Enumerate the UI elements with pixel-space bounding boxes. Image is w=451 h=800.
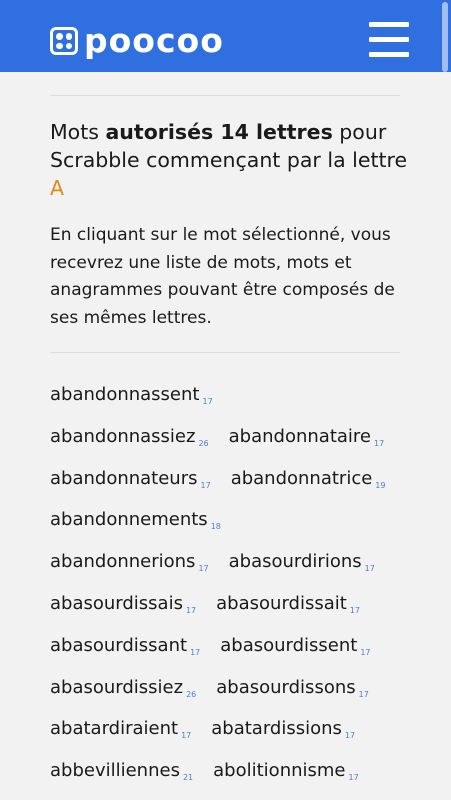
word-link[interactable]: abatardissions 17 <box>211 715 355 750</box>
word-text: abandonnassent <box>50 384 200 405</box>
word-text: abandonnements <box>50 509 208 531</box>
word-score: 17 <box>198 564 209 574</box>
word-text: abandonnerions <box>50 551 196 573</box>
word-list: abandonnassent 17 abandonnassiez 26 abandon… <box>50 381 430 799</box>
word-text: abasourdissant <box>50 634 188 656</box>
top-divider <box>50 95 400 96</box>
word-text: abatardiraient <box>50 718 179 740</box>
word-text: abandonnataire <box>228 425 372 447</box>
word-text: abandonnateurs <box>50 467 198 489</box>
hamburger-menu-button[interactable] <box>369 22 409 58</box>
word-text: abatardissions <box>211 718 342 740</box>
word-score: 17 <box>348 773 359 783</box>
word-link[interactable]: abandonnatrice 19 <box>231 465 386 500</box>
word-score: 17 <box>360 647 371 657</box>
word-row: abasourdissant 17 abasourdissent 17 <box>50 632 430 674</box>
word-link[interactable]: abasourdissent 17 <box>220 632 370 667</box>
word-text: abolitionnisme <box>213 760 346 782</box>
word-row: abandonnements 18 <box>50 506 430 548</box>
word-text: abbevilliennes <box>50 760 180 782</box>
word-text: abandonnatrice <box>230 467 373 489</box>
word-score: 17 <box>349 605 360 615</box>
word-text: abasourdissent <box>220 634 358 656</box>
word-text: abasourdissons <box>216 676 356 698</box>
menu-bar-icon <box>369 37 409 42</box>
word-link[interactable]: abandonnerions 17 <box>50 548 209 583</box>
word-text: abasourdissiez <box>50 676 184 698</box>
word-row: abandonnassiez 26 abandonnataire 17 <box>50 423 430 465</box>
word-link[interactable]: abandonnements 18 <box>50 506 221 541</box>
word-link[interactable]: abasourdissait 17 <box>216 590 360 625</box>
word-row: abasourdissais 17 abasourdissait 17 <box>50 590 430 632</box>
menu-bar-icon <box>369 22 409 27</box>
word-text: abasourdissait <box>216 592 347 614</box>
word-score: 18 <box>210 522 221 532</box>
word-score: 17 <box>344 731 356 741</box>
logo-text: poocoo <box>84 21 224 60</box>
title-bold: autorisés 14 lettres <box>105 120 333 144</box>
word-link[interactable]: abandonnassent 17 <box>50 381 213 416</box>
word-link[interactable]: abbevilliennes 21 <box>50 757 193 792</box>
poocoo-logo[interactable]: poocoo <box>50 21 224 60</box>
word-row: abandonnateurs 17 abandonnatrice 19 <box>50 465 430 507</box>
word-link[interactable]: abandonnataire 17 <box>229 423 385 458</box>
word-text: abandonnassiez <box>50 425 196 447</box>
word-score: 17 <box>190 647 201 657</box>
scrollbar[interactable] <box>442 2 448 72</box>
content-divider <box>50 352 400 353</box>
title-part1: Mots <box>50 120 106 144</box>
word-link[interactable]: abandonnateurs 17 <box>50 465 211 500</box>
word-score: 17 <box>358 689 369 699</box>
word-score: 17 <box>181 731 192 741</box>
word-score: 19 <box>375 480 386 490</box>
title-letter: A <box>50 176 65 200</box>
word-score: 17 <box>202 397 213 406</box>
page-title: Mots autorisés 14 lettres pour Scrabble … <box>50 118 420 202</box>
word-row: abandonnerions 17 abasourdirions 17 <box>50 548 430 590</box>
intro-text: En cliquant sur le mot sélectionné, vous… <box>50 225 395 328</box>
word-score: 17 <box>185 605 197 615</box>
word-link[interactable]: abolitionnisme 17 <box>213 757 359 792</box>
word-score: 17 <box>364 564 375 574</box>
word-link[interactable]: abasourdissiez 26 <box>50 674 196 709</box>
word-score: 26 <box>186 689 197 699</box>
word-score: 17 <box>374 438 385 448</box>
word-link[interactable]: abasourdissant 17 <box>50 632 200 667</box>
word-text: abasourdissais <box>50 592 183 614</box>
word-text: abasourdirions <box>228 551 362 573</box>
word-score: 17 <box>200 480 211 490</box>
word-link[interactable]: abatardiraient 17 <box>50 715 191 750</box>
word-link[interactable]: abandonnassiez 26 <box>50 423 209 458</box>
word-row: abandonnassent 17 <box>50 381 430 423</box>
word-score: 26 <box>198 438 209 448</box>
logo-grid-icon <box>50 27 78 55</box>
word-link[interactable]: abasourdirions 17 <box>229 548 375 583</box>
word-row: abatardiraient 17 abatardissions 17 <box>50 715 430 757</box>
menu-bar-icon <box>369 52 409 57</box>
word-row: abasourdissiez 26 abasourdissons 17 <box>50 674 430 716</box>
word-score: 21 <box>182 773 194 783</box>
word-link[interactable]: abasourdissons 17 <box>216 674 369 709</box>
top-header: poocoo <box>0 0 451 72</box>
word-link[interactable]: abasourdissais 17 <box>50 590 196 625</box>
word-row: abbevilliennes 21 abolitionnisme 17 <box>50 757 430 799</box>
